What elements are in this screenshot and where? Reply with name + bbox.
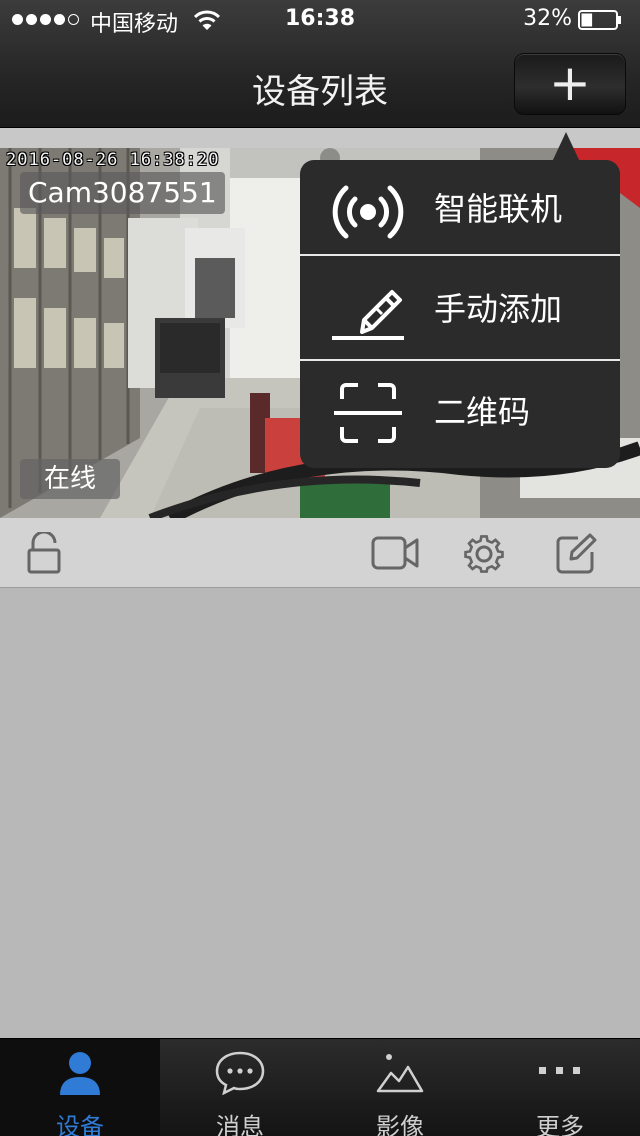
more-dots-icon <box>539 1067 580 1074</box>
menu-item-manual-add[interactable]: 手动添加 <box>300 258 620 360</box>
header: 中国移动 16:38 32% 设备列表 + <box>0 0 640 128</box>
battery-icon <box>578 10 621 30</box>
manual-pen-icon <box>332 290 404 340</box>
tab-media[interactable]: 影像 <box>320 1039 480 1136</box>
qr-scan-icon <box>334 383 402 443</box>
menu-item-label: 二维码 <box>434 393 531 431</box>
tab-label: 影像 <box>376 1113 424 1136</box>
add-device-menu: 智能联机 手动添加 二维码 <box>300 160 620 468</box>
tab-label: 设备 <box>56 1113 104 1136</box>
battery-percent: 32% <box>523 6 572 31</box>
tab-label: 消息 <box>216 1113 264 1136</box>
menu-item-label: 智能联机 <box>434 190 563 228</box>
user-icon <box>60 1052 100 1095</box>
lock-open-icon[interactable] <box>26 532 62 574</box>
wireless-broadcast-icon <box>332 185 404 239</box>
gear-icon[interactable] <box>462 532 506 576</box>
menu-divider <box>300 359 620 361</box>
menu-divider <box>300 254 620 256</box>
tab-messages[interactable]: 消息 <box>160 1039 320 1136</box>
tab-more[interactable]: 更多 <box>480 1039 640 1136</box>
tab-bar: 设备 消息 影像 更多 <box>0 1038 640 1136</box>
status-badge: 在线 <box>20 459 120 499</box>
add-device-button[interactable]: + <box>514 53 626 115</box>
landscape-image-icon <box>376 1054 424 1093</box>
tab-devices[interactable]: 设备 <box>0 1039 160 1136</box>
camera-timestamp: 2016-08-26 16:38:20 <box>6 150 220 170</box>
camera-name-label: Cam3087551 <box>20 172 225 214</box>
tab-label: 更多 <box>536 1113 584 1136</box>
edit-icon[interactable] <box>554 532 598 576</box>
status-bar: 中国移动 16:38 32% <box>0 0 640 40</box>
video-record-icon[interactable] <box>370 532 420 574</box>
card-spacer <box>0 128 640 148</box>
popup-arrow <box>552 132 580 162</box>
menu-item-smart-connect[interactable]: 智能联机 <box>300 160 620 262</box>
device-toolbar <box>0 518 640 588</box>
chat-bubble-icon <box>215 1051 265 1095</box>
menu-item-label: 手动添加 <box>434 290 563 328</box>
menu-item-qr-code[interactable]: 二维码 <box>300 363 620 465</box>
